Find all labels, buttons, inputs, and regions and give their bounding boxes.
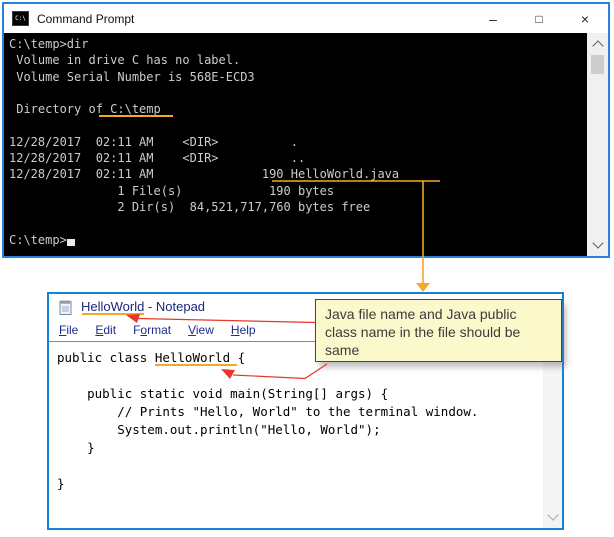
window-title: Command Prompt: [37, 11, 135, 26]
window-title: HelloWorld - Notepad: [81, 299, 206, 314]
highlight-underline-ctemp: [99, 115, 173, 117]
minimize-icon[interactable]: –: [470, 4, 516, 33]
annotation-callout: Java file name and Java public class nam…: [315, 299, 562, 362]
code-text: public class HelloWorld { public static …: [57, 350, 479, 491]
menu-edit[interactable]: Edit: [95, 323, 116, 337]
notepad-textarea[interactable]: public class HelloWorld { public static …: [49, 341, 562, 528]
highlight-underline-classname: [155, 364, 237, 366]
menu-help[interactable]: Help: [231, 323, 256, 337]
maximize-icon[interactable]: □: [516, 4, 562, 33]
console-cursor: [67, 239, 75, 246]
notepad-scrollbar[interactable]: [543, 342, 562, 528]
menu-file[interactable]: File: [59, 323, 78, 337]
cmd-icon-text: C:\: [15, 14, 26, 22]
console-output: C:\temp>dir Volume in drive C has no lab…: [9, 37, 400, 247]
menu-format[interactable]: Format: [133, 323, 171, 337]
menu-view[interactable]: View: [188, 323, 214, 337]
console-area[interactable]: C:\temp>dir Volume in drive C has no lab…: [4, 33, 587, 256]
scroll-down-icon[interactable]: [546, 509, 559, 521]
command-prompt-window: C:\ Command Prompt – □ × C:\temp>dir Vol…: [2, 2, 610, 258]
cmd-scrollbar[interactable]: [587, 33, 608, 256]
scrollbar-thumb[interactable]: [591, 55, 604, 74]
notepad-icon: [59, 299, 72, 315]
cmd-icon: C:\: [12, 11, 29, 26]
scroll-up-icon[interactable]: [591, 40, 604, 52]
highlight-underline-title: [82, 313, 144, 315]
orange-arrowhead: [416, 283, 430, 292]
page: C:\ Command Prompt – □ × C:\temp>dir Vol…: [0, 0, 614, 537]
close-icon[interactable]: ×: [562, 4, 608, 33]
scroll-down-icon[interactable]: [591, 237, 604, 249]
cmd-titlebar[interactable]: C:\ Command Prompt – □ ×: [4, 4, 608, 33]
callout-text: Java file name and Java public class nam…: [325, 306, 521, 358]
window-controls: – □ ×: [470, 4, 608, 33]
